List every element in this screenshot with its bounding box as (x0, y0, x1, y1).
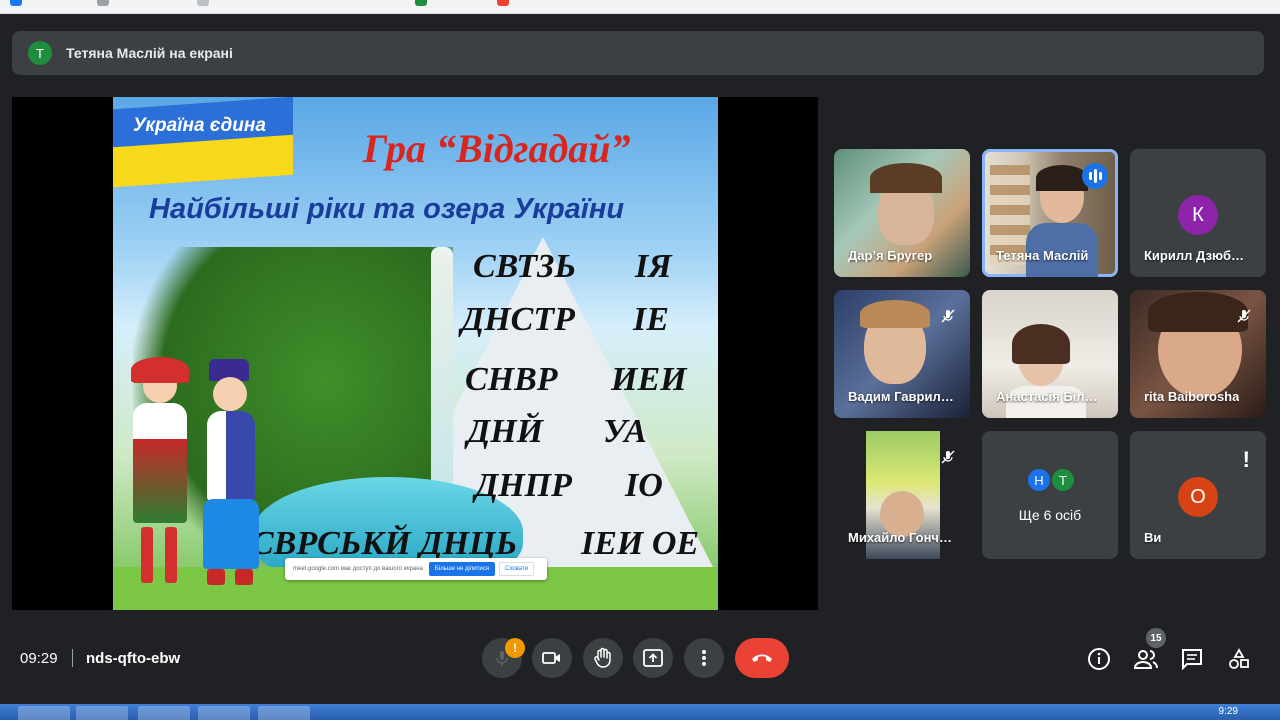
present-icon (643, 649, 663, 667)
word-consonants: ДНЙ (467, 413, 544, 450)
more-options-button[interactable] (684, 638, 724, 678)
participant-tile[interactable]: Вадим Гаврил… (834, 290, 970, 418)
taskbar-chrome-button[interactable] (138, 706, 190, 720)
participant-name: Ви (1144, 530, 1162, 545)
leave-call-button[interactable] (735, 638, 789, 678)
word-vowels: ІЕ (633, 301, 669, 338)
mic-off-icon (941, 450, 955, 464)
taskbar-app-button[interactable] (18, 706, 70, 720)
bookmark-favicon[interactable] (415, 0, 427, 6)
more-participants-tile[interactable]: Н Т Ще 6 осіб (982, 431, 1118, 559)
camera-button[interactable] (532, 638, 572, 678)
word-consonants: ДНПР (475, 467, 572, 504)
word-consonants: ДНСТР (461, 301, 575, 338)
boy-illustration (199, 359, 263, 599)
chat-button[interactable] (1179, 646, 1205, 672)
taskbar-clock[interactable]: 9:29 (1219, 706, 1238, 717)
word-vowels: УА (603, 413, 647, 450)
chat-icon (1182, 649, 1202, 670)
hide-notification-button[interactable]: Сховати (499, 562, 535, 576)
meeting-clock: 09:29 (20, 650, 58, 667)
self-avatar: О (1178, 477, 1218, 517)
taskbar-app-button[interactable] (198, 706, 250, 720)
share-notice-text: meet.google.com має доступ до вашого екр… (293, 566, 423, 572)
word-vowels: ІЕИ ОЕ (581, 525, 700, 562)
stop-sharing-button[interactable]: Більше не ділитися (428, 562, 495, 576)
taskbar-app-button[interactable] (76, 706, 128, 720)
meeting-code[interactable]: nds-qfto-ebw (86, 650, 180, 667)
participant-name: Тетяна Маслій (996, 248, 1089, 263)
participant-name: Дар’я Бругер (848, 248, 933, 263)
raise-hand-button[interactable] (583, 638, 623, 678)
slide-subtitle: Найбільші ріки та озера України (149, 193, 625, 225)
bookmark-favicon[interactable] (97, 0, 109, 6)
end-call-icon (752, 654, 772, 662)
girl-illustration (125, 357, 195, 597)
bookmark-favicon[interactable] (497, 0, 509, 6)
participant-tile[interactable]: Тетяна Маслій (982, 149, 1118, 277)
presentation-slide: Україна єдина Гра “Відгадай” Найбільші р… (113, 97, 718, 610)
participant-name: Михайло Гонч… (848, 530, 952, 545)
participant-name: Кирилл Дзюб… (1144, 248, 1244, 263)
activities-icon (1229, 648, 1249, 669)
bookmark-favicon[interactable] (10, 0, 22, 6)
word-consonants: СВТЗЬ (473, 248, 577, 285)
screen-share-notification: meet.google.com має доступ до вашого екр… (285, 558, 547, 580)
shared-screen: Україна єдина Гра “Відгадай” Найбільші р… (12, 97, 818, 610)
activities-button[interactable] (1226, 646, 1252, 672)
camera-icon (542, 652, 560, 664)
participant-tile[interactable]: К Кирилл Дзюб… (1130, 149, 1266, 277)
more-icon (702, 650, 706, 666)
people-button[interactable] (1133, 646, 1159, 672)
word-vowels: ІЯ (635, 248, 672, 285)
participant-avatar: Н (1026, 467, 1052, 493)
ukraine-flag: Україна єдина (113, 97, 293, 188)
word-consonants: СНВР (465, 361, 558, 398)
present-button[interactable] (633, 638, 673, 678)
participant-count-badge: 15 (1146, 628, 1166, 648)
people-icon (1134, 650, 1158, 669)
mic-off-icon (1237, 309, 1251, 323)
self-tile[interactable]: О ! Ви (1130, 431, 1266, 559)
bottom-divider (72, 649, 73, 667)
participant-name: Анастасія Біл… (996, 389, 1098, 404)
flag-caption: Україна єдина (133, 115, 266, 136)
presenter-bar: T Тетяна Маслій на екрані (12, 31, 1264, 75)
slide-title: Гра “Відгадай” (363, 126, 631, 171)
participant-tile[interactable]: Дар’я Бругер (834, 149, 970, 277)
info-icon (1088, 648, 1110, 670)
mic-off-icon (941, 309, 955, 323)
participant-avatar: Т (1050, 467, 1076, 493)
taskbar-opera-button[interactable] (258, 706, 310, 720)
word-vowels: ІО (625, 467, 663, 504)
os-taskbar (0, 704, 1280, 720)
bookmark-favicon[interactable] (197, 0, 209, 6)
presenter-label: Тетяна Маслій на екрані (66, 45, 233, 61)
participant-tile[interactable]: rita Baiborosha (1130, 290, 1266, 418)
participant-avatar: К (1178, 195, 1218, 235)
mic-warning-icon[interactable]: ! (505, 638, 525, 658)
waterfall-graphic (431, 247, 453, 497)
meeting-info-button[interactable] (1086, 646, 1112, 672)
browser-bookmarks-strip (0, 0, 1280, 14)
word-vowels: ИЕИ (611, 361, 687, 398)
speaking-indicator-icon (1082, 163, 1108, 189)
alert-icon[interactable]: ! (1243, 447, 1250, 473)
more-participants-label: Ще 6 осіб (1018, 507, 1082, 523)
participant-name: rita Baiborosha (1144, 389, 1240, 404)
raise-hand-icon (594, 647, 611, 668)
presenter-avatar: T (28, 41, 52, 65)
participant-tile[interactable]: Михайло Гонч… (834, 431, 970, 559)
participant-name: Вадим Гаврил… (848, 389, 954, 404)
participant-tile[interactable]: Анастасія Біл… (982, 290, 1118, 418)
